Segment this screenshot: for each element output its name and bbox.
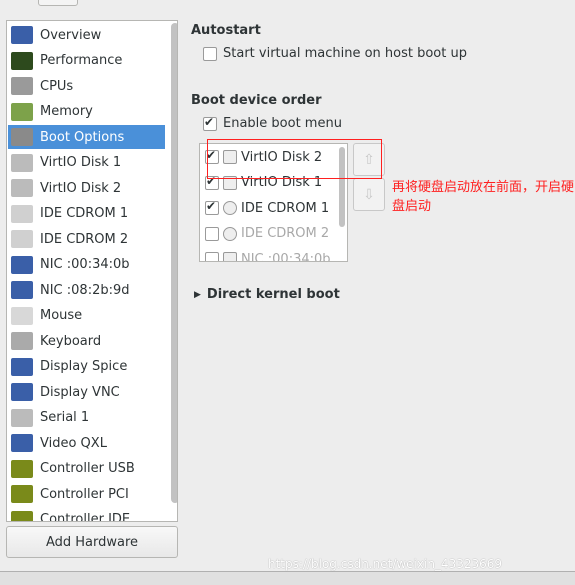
sidebar-item-display-vnc[interactable]: Display VNC bbox=[8, 380, 165, 404]
sidebar-item-keyboard[interactable]: Keyboard bbox=[8, 329, 165, 353]
autostart-label: Start virtual machine on host boot up bbox=[223, 46, 467, 61]
hard-disk-icon bbox=[11, 153, 33, 172]
sidebar-item-controller-usb[interactable]: Controller USB bbox=[8, 457, 165, 481]
add-hardware-button[interactable]: Add Hardware bbox=[6, 526, 178, 558]
direct-kernel-boot-expander[interactable]: ▶ Direct kernel boot bbox=[194, 287, 340, 302]
memory-module-icon bbox=[11, 102, 33, 121]
annotation-highlight-box bbox=[207, 139, 382, 179]
sidebar-item-ide-cdrom-1[interactable]: IDE CDROM 1 bbox=[8, 202, 165, 226]
controller-card-icon bbox=[11, 510, 33, 521]
boot-device-row[interactable]: IDE CDROM 1 bbox=[205, 198, 329, 218]
annotation-text: 再将硬盘启动放在前面，开启硬盘启动 bbox=[392, 180, 575, 214]
sidebar-item-controller-ide[interactable]: Controller IDE bbox=[8, 508, 165, 522]
boot-device-label: IDE CDROM 1 bbox=[241, 200, 330, 216]
sidebar-item-memory[interactable]: Memory bbox=[8, 100, 165, 124]
keyboard-icon bbox=[11, 332, 33, 350]
sidebar-item-virtio-disk-2[interactable]: VirtIO Disk 2 bbox=[8, 176, 165, 200]
sidebar-item-label: Keyboard bbox=[40, 333, 102, 349]
sidebar-item-label: Memory bbox=[40, 104, 93, 119]
hard-disk-icon bbox=[11, 179, 33, 197]
autostart-heading: Autostart bbox=[191, 23, 261, 38]
serial-port-icon bbox=[11, 408, 33, 427]
sidebar-item-performance[interactable]: Performance bbox=[8, 49, 165, 73]
boot-device-checkbox[interactable] bbox=[205, 252, 219, 261]
sidebar-item-label: IDE CDROM 1 bbox=[40, 206, 129, 221]
sidebar-item-overview[interactable]: Overview bbox=[8, 23, 165, 47]
enable-boot-menu-check[interactable] bbox=[203, 115, 217, 131]
sidebar-item-controller-pci[interactable]: Controller PCI bbox=[8, 482, 165, 506]
boot-device-row[interactable]: IDE CDROM 2 bbox=[205, 224, 329, 244]
sidebar-item-label: Boot Options bbox=[40, 129, 125, 145]
sidebar-item-label: IDE CDROM 2 bbox=[40, 231, 129, 247]
cdrom-icon bbox=[11, 204, 33, 223]
boot-device-label: IDE CDROM 2 bbox=[241, 226, 330, 241]
sidebar-item-nic-00-34-0b[interactable]: NIC :00:34:0b bbox=[8, 253, 165, 277]
sidebar-item-ide-cdrom-2[interactable]: IDE CDROM 2 bbox=[8, 227, 165, 251]
sidebar-item-boot-options[interactable]: Boot Options bbox=[8, 125, 165, 149]
controller-card-icon bbox=[11, 485, 33, 503]
move-down-button[interactable]: ⇩ bbox=[353, 178, 385, 211]
sidebar-item-serial-1[interactable]: Serial 1 bbox=[8, 406, 165, 430]
hardware-list[interactable]: Overview Performance CPUs Memory Boot Option… bbox=[6, 20, 178, 522]
boot-order-heading: Boot device order bbox=[191, 93, 322, 108]
enable-boot-menu-checkbox[interactable]: Enable boot menu bbox=[203, 115, 342, 131]
autostart-check[interactable] bbox=[203, 46, 217, 61]
sidebar-item-label: CPUs bbox=[40, 78, 74, 94]
autostart-checkbox[interactable]: Start virtual machine on host boot up bbox=[203, 46, 467, 61]
sidebar-item-label: Controller USB bbox=[40, 461, 135, 476]
performance-graph-icon bbox=[11, 51, 33, 70]
sidebar-scrollbar[interactable] bbox=[171, 23, 177, 503]
sidebar-item-label: Controller IDE bbox=[40, 512, 131, 522]
sidebar-item-nic-08-2b-9d[interactable]: NIC :08:2b:9d bbox=[8, 278, 165, 302]
controller-card-icon bbox=[11, 459, 33, 478]
boot-device-label: NIC :00:34:0b bbox=[241, 251, 331, 262]
cdrom-icon bbox=[11, 230, 33, 248]
sidebar-item-label: VirtIO Disk 2 bbox=[40, 180, 122, 196]
network-icon bbox=[223, 252, 237, 261]
sidebar-item-virtio-disk-1[interactable]: VirtIO Disk 1 bbox=[8, 151, 165, 175]
expander-arrow-icon: ▶ bbox=[194, 289, 201, 300]
direct-kernel-boot-label: Direct kernel boot bbox=[206, 287, 340, 302]
monitor-icon bbox=[11, 26, 33, 44]
sidebar-item-display-spice[interactable]: Display Spice bbox=[8, 355, 165, 379]
arrow-down-icon: ⇩ bbox=[363, 186, 375, 203]
sidebar-item-label: Display VNC bbox=[40, 384, 120, 400]
taskbar bbox=[0, 571, 575, 585]
cdrom-icon bbox=[223, 201, 237, 215]
sidebar-item-label: Controller PCI bbox=[40, 486, 129, 502]
sidebar-item-label: Display Spice bbox=[40, 359, 128, 374]
display-icon bbox=[11, 357, 33, 376]
cdrom-icon bbox=[223, 226, 237, 241]
add-hardware-label: Add Hardware bbox=[45, 534, 139, 550]
boot-device-checkbox[interactable] bbox=[205, 226, 219, 241]
display-icon bbox=[11, 383, 33, 401]
sidebar-item-label: NIC :08:2b:9d bbox=[40, 282, 130, 298]
sidebar-item-label: Performance bbox=[40, 53, 123, 68]
network-icon bbox=[11, 281, 33, 299]
sidebar-item-video-qxl[interactable]: Video QXL bbox=[8, 431, 165, 455]
mouse-icon bbox=[11, 306, 33, 325]
enable-boot-menu-label: Enable boot menu bbox=[223, 116, 342, 131]
boot-device-checkbox[interactable] bbox=[205, 199, 219, 215]
cpu-chip-icon bbox=[11, 77, 33, 95]
sidebar-item-label: VirtIO Disk 1 bbox=[40, 155, 122, 170]
sidebar-item-label: Overview bbox=[40, 27, 102, 43]
sidebar-item-label: Mouse bbox=[40, 308, 83, 323]
boot-device-row[interactable]: NIC :00:34:0b bbox=[205, 249, 331, 262]
watermark: https://blog.csdn.net/weixin_43323669 bbox=[268, 557, 503, 571]
sidebar-item-label: Serial 1 bbox=[40, 410, 90, 425]
sidebar-item-label: Video QXL bbox=[40, 435, 107, 451]
gears-icon bbox=[11, 128, 33, 146]
video-card-icon bbox=[11, 434, 33, 452]
toolbar-button[interactable] bbox=[38, 0, 78, 6]
network-icon bbox=[11, 255, 33, 274]
sidebar-item-cpus[interactable]: CPUs bbox=[8, 74, 165, 98]
sidebar-item-label: NIC :00:34:0b bbox=[40, 257, 130, 272]
sidebar-item-mouse[interactable]: Mouse bbox=[8, 304, 165, 328]
